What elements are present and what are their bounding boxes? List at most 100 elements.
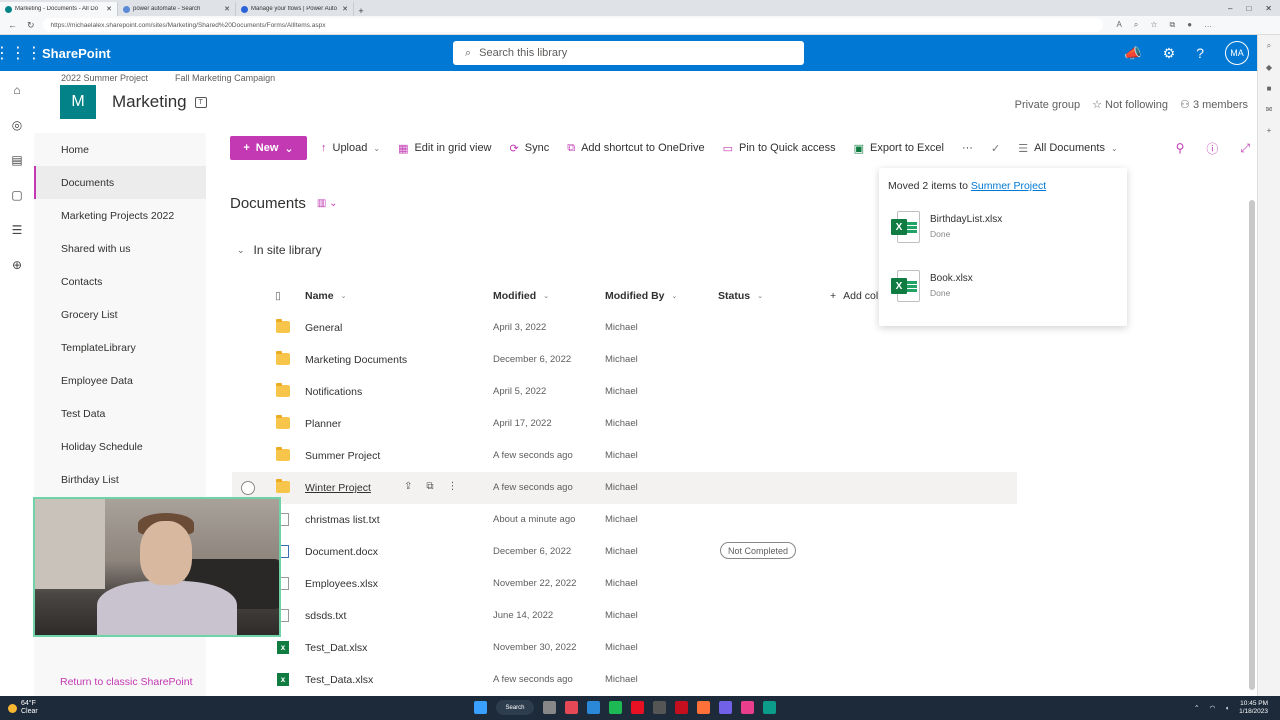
notification-target-link[interactable]: Summer Project (971, 180, 1046, 192)
app-icon[interactable] (631, 701, 644, 714)
modified-by[interactable]: Michael (605, 482, 638, 493)
close-tab-icon[interactable]: ✕ (224, 5, 230, 13)
table-row[interactable]: sdsds.txt June 14, 2022 Michael (232, 600, 1017, 632)
avatar[interactable]: MA (1225, 41, 1249, 65)
hub-link[interactable]: 2022 Summer Project (61, 73, 148, 83)
maximize-icon[interactable]: □ (1246, 4, 1251, 13)
network-icon[interactable]: ◠ (1209, 704, 1215, 712)
lists-icon[interactable]: ☰ (12, 223, 23, 237)
modified-by[interactable]: Michael (605, 578, 638, 589)
close-window-icon[interactable]: ✕ (1265, 4, 1272, 13)
export-excel-button[interactable]: ▣ Export to Excel (854, 142, 944, 155)
file-type-column-icon[interactable]: ▯ (275, 290, 281, 302)
gear-icon[interactable]: ⚙ (1163, 45, 1176, 62)
weather-widget[interactable]: 64°F Clear (0, 700, 38, 716)
close-tab-icon[interactable]: ✕ (342, 5, 348, 13)
url-input[interactable]: https://michaelalex.sharepoint.com/sites… (42, 18, 1103, 32)
library-view-options-icon[interactable]: ▥ ⌄ (316, 197, 339, 210)
scrollbar[interactable] (1249, 200, 1255, 690)
app-icon[interactable] (587, 701, 600, 714)
browser-tab[interactable]: power automate - Search ✕ (118, 2, 236, 16)
taskbar-search[interactable]: Search (496, 700, 534, 715)
nav-item-shared-with-us[interactable]: Shared with us (34, 232, 206, 265)
file-name[interactable]: Planner (305, 418, 341, 430)
nav-item-holiday-schedule[interactable]: Holiday Schedule (34, 430, 206, 463)
extensions-icon[interactable]: ⧉ (1170, 20, 1176, 30)
search-input[interactable]: ⌕ Search this library (453, 41, 804, 65)
sharepoint-brand[interactable]: SharePoint (42, 46, 111, 61)
clock[interactable]: 10:45 PM 1/18/2023 (1239, 700, 1268, 716)
status-badge[interactable]: Not Completed (720, 542, 797, 559)
row-select-checkbox[interactable] (241, 481, 255, 495)
table-row[interactable]: Notifications April 5, 2022 Michael (232, 376, 1017, 408)
chevron-up-icon[interactable]: ⌃ (1194, 704, 1199, 712)
file-name[interactable]: sdsds.txt (305, 610, 346, 622)
file-name[interactable]: Employees.xlsx (305, 578, 378, 590)
sync-button[interactable]: ⟳ Sync (510, 142, 550, 155)
new-button[interactable]: + New ⌄ (230, 136, 307, 160)
nav-item-birthday-list[interactable]: Birthday List (34, 463, 206, 496)
create-icon[interactable]: ⊕ (12, 258, 22, 272)
move-icon[interactable]: ⧉ (426, 481, 433, 492)
task-view-icon[interactable] (543, 701, 556, 714)
site-logo[interactable]: M (60, 85, 96, 119)
zoom-icon[interactable]: ⌕ (1134, 20, 1138, 30)
app-icon[interactable] (719, 701, 732, 714)
app-launcher-icon[interactable]: ⋮⋮⋮ (0, 35, 42, 71)
news-icon[interactable]: ▤ (11, 153, 22, 167)
filter-icon[interactable]: ⚲ (1176, 141, 1185, 155)
app-icon[interactable] (741, 701, 754, 714)
nav-item-home[interactable]: Home (34, 133, 206, 166)
office-icon[interactable]: ■ (1267, 84, 1272, 93)
app-icon[interactable] (675, 701, 688, 714)
table-row[interactable]: Winter Project ⇪ ⧉ ⋮ A few seconds ago M… (232, 472, 1017, 504)
home-icon[interactable]: ⌂ (13, 83, 20, 97)
profile-icon[interactable]: ● (1187, 20, 1192, 30)
return-to-classic-link[interactable]: Return to classic SharePoint (60, 676, 192, 688)
modified-by[interactable]: Michael (605, 514, 638, 525)
column-header-modified-by[interactable]: Modified By ⌄ (605, 290, 677, 302)
nav-item-contacts[interactable]: Contacts (34, 265, 206, 298)
new-tab-icon[interactable]: + (354, 6, 368, 16)
modified-by[interactable]: Michael (605, 354, 638, 365)
favorites-icon[interactable]: ☆ (1150, 20, 1157, 30)
file-name[interactable]: Document.docx (305, 546, 378, 558)
edge-icon[interactable] (763, 701, 776, 714)
nav-item-employee-data[interactable]: Employee Data (34, 364, 206, 397)
shopping-icon[interactable]: ◆ (1266, 63, 1272, 72)
nav-item-template-library[interactable]: TemplateLibrary (34, 331, 206, 364)
megaphone-icon[interactable]: 📣 (1124, 45, 1141, 62)
site-title[interactable]: Marketing (112, 92, 187, 112)
more-button[interactable]: ··· (962, 142, 973, 154)
help-icon[interactable]: ? (1196, 45, 1204, 61)
table-row[interactable]: christmas list.txt About a minute ago Mi… (232, 504, 1017, 536)
file-name[interactable]: Winter Project (305, 482, 371, 494)
group-header[interactable]: ⌄ In site library (237, 243, 322, 257)
modified-by[interactable]: Michael (605, 674, 638, 685)
info-icon[interactable]: ⓘ (1206, 140, 1218, 157)
firefox-icon[interactable] (697, 701, 710, 714)
table-row[interactable]: x Test_Data.xlsx A few seconds ago Micha… (232, 664, 1017, 696)
column-header-status[interactable]: Status ⌄ (718, 290, 763, 302)
outlook-icon[interactable]: ✉ (1266, 105, 1273, 114)
column-header-name[interactable]: Name ⌄ (305, 290, 346, 302)
modified-by[interactable]: Michael (605, 386, 638, 397)
browser-menu-icon[interactable]: … (1204, 20, 1212, 30)
windows-start-icon[interactable] (474, 701, 487, 714)
add-shortcut-button[interactable]: ⧉ Add shortcut to OneDrive (567, 142, 704, 155)
share-icon[interactable]: ⇪ (404, 481, 412, 492)
table-row[interactable]: Summer Project A few seconds ago Michael (232, 440, 1017, 472)
file-name[interactable]: Marketing Documents (305, 354, 407, 366)
edit-grid-view-button[interactable]: ▦ Edit in grid view (398, 142, 491, 155)
file-name[interactable]: Test_Data.xlsx (305, 674, 373, 686)
app-icon[interactable] (565, 701, 578, 714)
nav-item-documents[interactable]: Documents (34, 166, 206, 199)
add-sidebar-icon[interactable]: + (1267, 126, 1272, 135)
nav-item-test-data[interactable]: Test Data (34, 397, 206, 430)
modified-by[interactable]: Michael (605, 610, 638, 621)
minimize-icon[interactable]: – (1228, 4, 1232, 13)
expand-icon[interactable]: ⤢ (1240, 141, 1250, 156)
more-vertical-icon[interactable]: ⋮ (448, 481, 458, 492)
hub-link[interactable]: Fall Marketing Campaign (175, 73, 275, 83)
file-name[interactable]: Summer Project (305, 450, 380, 462)
